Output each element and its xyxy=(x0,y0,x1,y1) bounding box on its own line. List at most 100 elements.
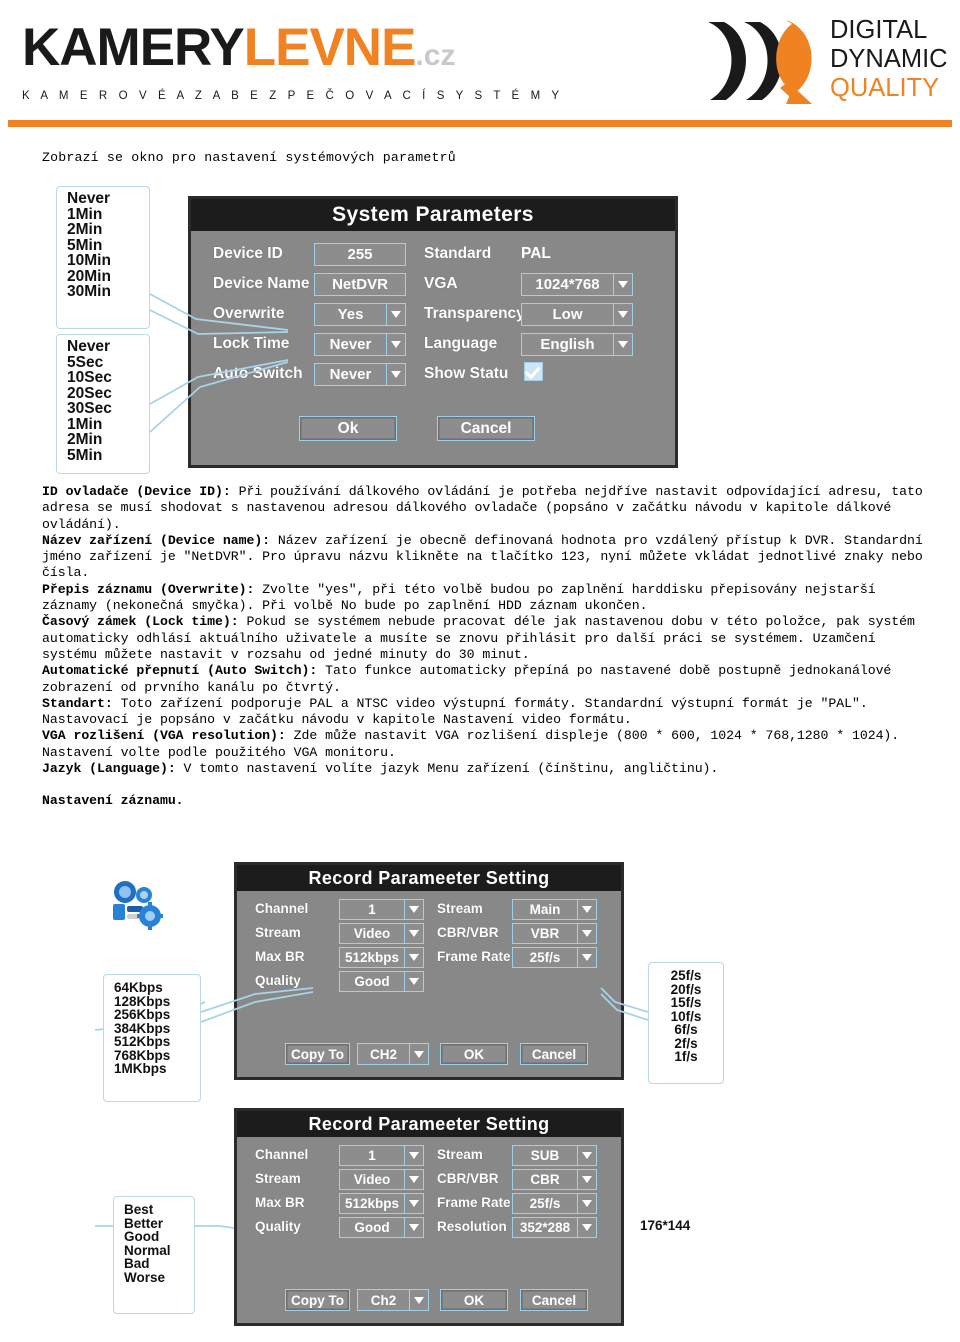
field-resolution[interactable]: 352*288 xyxy=(512,1217,597,1238)
ok-button[interactable]: OK xyxy=(440,1043,508,1065)
field-cbr-vbr[interactable]: VBR xyxy=(512,923,597,944)
resolution-note-label: 176*144 xyxy=(640,1218,691,1233)
dialog-body: Channel 1 Stream Video Max BR 512kbps Qu… xyxy=(237,891,621,1077)
field-copy-to-channel[interactable]: CH2 xyxy=(357,1043,429,1065)
field-quality[interactable]: Good xyxy=(339,1217,424,1238)
paragraph-heading: Automatické přepnutí (Auto Switch): xyxy=(42,663,318,679)
paragraph-heading: Časový zámek (Lock time): xyxy=(42,614,239,630)
list-item: Best xyxy=(124,1202,154,1217)
field-frame-rate[interactable]: 25f/s xyxy=(512,1193,597,1214)
list-item: 1MKbps xyxy=(114,1061,167,1076)
list-item: 2Min xyxy=(67,221,103,238)
label-stream-type: Stream xyxy=(255,1171,301,1186)
dialog-title: Record Parameeter Setting xyxy=(237,1111,621,1137)
list-item: 1Min xyxy=(67,205,103,223)
intro-paragraph: Zobrazí se okno pro nastavení systémovýc… xyxy=(42,150,456,165)
chevron-down-icon[interactable] xyxy=(404,1146,423,1165)
list-item: 1f/s xyxy=(674,1049,698,1064)
frame-rate-options-callout: 25f/s 20f/s 15f/s 10f/s 6f/s 2f/s 1f/s xyxy=(648,962,724,1084)
field-stream-mode[interactable]: Main xyxy=(512,899,597,920)
field-value: Video xyxy=(353,1172,391,1187)
cancel-button[interactable]: Cancel xyxy=(520,1043,588,1065)
auto-switch-options-callout: Never 5Sec 10Sec 20Sec 30Sec 1Min 2Min 5… xyxy=(56,334,150,474)
list-item: 5Min xyxy=(67,236,103,254)
field-channel[interactable]: 1 xyxy=(339,1145,424,1166)
record-parameter-sub-figure: Best Better Good Normal Bad Worse 176*14… xyxy=(95,1108,775,1340)
field-value: Good xyxy=(354,974,390,989)
chevron-down-icon[interactable] xyxy=(409,1290,428,1310)
list-item: 10Sec xyxy=(67,369,112,386)
field-value: 352*288 xyxy=(519,1220,571,1235)
paragraph-heading: Přepis záznamu (Overwrite): xyxy=(42,581,255,597)
field-value: Main xyxy=(529,902,561,917)
ddq-line-digital: DIGITAL xyxy=(830,16,928,44)
chevron-down-icon[interactable] xyxy=(404,1170,423,1189)
list-item: 1Min xyxy=(67,415,103,433)
page-header: KAMERYLEVNE.cz K A M E R O V É A Z A B E… xyxy=(0,0,960,127)
ddq-brand-logo: DIGITAL DYNAMIC QUALITY xyxy=(700,16,950,106)
chevron-down-icon[interactable] xyxy=(577,924,596,943)
chevron-down-icon[interactable] xyxy=(577,900,596,919)
chevron-down-icon[interactable] xyxy=(404,1194,423,1213)
field-frame-rate[interactable]: 25f/s xyxy=(512,947,597,968)
dialog-body: Channel 1 Stream Video Max BR 512kbps Qu… xyxy=(237,1137,621,1323)
field-value: SUB xyxy=(530,1148,560,1163)
field-stream-mode[interactable]: SUB xyxy=(512,1145,597,1166)
paragraph-language: Jazyk (Language): V tomto nastavení volí… xyxy=(42,761,924,777)
list-item: Better xyxy=(124,1215,164,1231)
copy-to-button[interactable]: Copy To xyxy=(285,1289,350,1311)
paragraph-heading: VGA rozlišení (VGA resolution): xyxy=(42,728,286,744)
label-cbr-vbr: CBR/VBR xyxy=(437,1171,499,1186)
field-stream-type[interactable]: Video xyxy=(339,923,424,944)
chevron-down-icon[interactable] xyxy=(409,1044,428,1064)
chevron-down-icon[interactable] xyxy=(404,1218,423,1237)
field-quality[interactable]: Good xyxy=(339,971,424,992)
label-channel: Channel xyxy=(255,1147,309,1162)
field-value: 25f/s xyxy=(529,950,561,965)
field-stream-type[interactable]: Video xyxy=(339,1169,424,1190)
chevron-down-icon[interactable] xyxy=(577,1170,596,1189)
paragraph-auto-switch: Automatické přepnutí (Auto Switch): Tato… xyxy=(42,663,924,696)
list-item: 6f/s xyxy=(674,1022,698,1037)
list-item: 2Min xyxy=(67,431,103,448)
chevron-down-icon[interactable] xyxy=(577,1146,596,1165)
ok-button[interactable]: OK xyxy=(440,1289,508,1311)
chevron-down-icon[interactable] xyxy=(404,972,423,991)
chevron-down-icon[interactable] xyxy=(404,900,423,919)
record-parameter-main-figure: 64Kbps 128Kbps 256Kbps 384Kbps 512Kbps 7… xyxy=(95,862,775,1102)
label-stream-type: Stream xyxy=(255,925,301,940)
dialog-title: Record Parameeter Setting xyxy=(237,865,621,891)
closing-heading: Nastavení záznamu. xyxy=(42,793,924,809)
paragraph-heading: Jazyk (Language): xyxy=(42,761,176,777)
field-value: CH2 xyxy=(369,1046,397,1062)
field-max-br[interactable]: 512kbps xyxy=(339,1193,424,1214)
list-item: 128Kbps xyxy=(114,993,171,1009)
cancel-button[interactable]: Cancel xyxy=(520,1289,588,1311)
paragraph-standard: Standart: Toto zařízení podporuje PAL a … xyxy=(42,696,924,729)
chevron-down-icon[interactable] xyxy=(404,948,423,967)
closing-heading-text: Nastavení záznamu. xyxy=(42,793,184,809)
list-item: 512Kbps xyxy=(114,1034,171,1049)
field-value: 512kbps xyxy=(344,1196,400,1211)
field-max-br[interactable]: 512kbps xyxy=(339,947,424,968)
chevron-down-icon[interactable] xyxy=(577,948,596,967)
chevron-down-icon[interactable] xyxy=(577,1194,596,1213)
field-copy-to-channel[interactable]: Ch2 xyxy=(357,1289,429,1311)
list-item: 15f/s xyxy=(670,995,702,1010)
header-divider xyxy=(8,120,952,127)
field-value: 25f/s xyxy=(529,1196,561,1211)
copy-to-button[interactable]: Copy To xyxy=(285,1043,350,1065)
field-cbr-vbr[interactable]: CBR xyxy=(512,1169,597,1190)
field-value: 1 xyxy=(368,1148,376,1163)
field-value: Good xyxy=(354,1220,390,1235)
chevron-down-icon[interactable] xyxy=(404,924,423,943)
record-parameter-dialog-main: Record Parameeter Setting Channel 1 Stre… xyxy=(234,862,624,1080)
chevron-down-icon[interactable] xyxy=(577,1218,596,1237)
list-item: 10f/s xyxy=(670,1008,702,1024)
label-quality: Quality xyxy=(255,973,301,988)
label-stream-mode: Stream xyxy=(437,1147,483,1162)
label-resolution: Resolution xyxy=(437,1219,507,1234)
list-item: Never xyxy=(67,338,111,355)
field-channel[interactable]: 1 xyxy=(339,899,424,920)
